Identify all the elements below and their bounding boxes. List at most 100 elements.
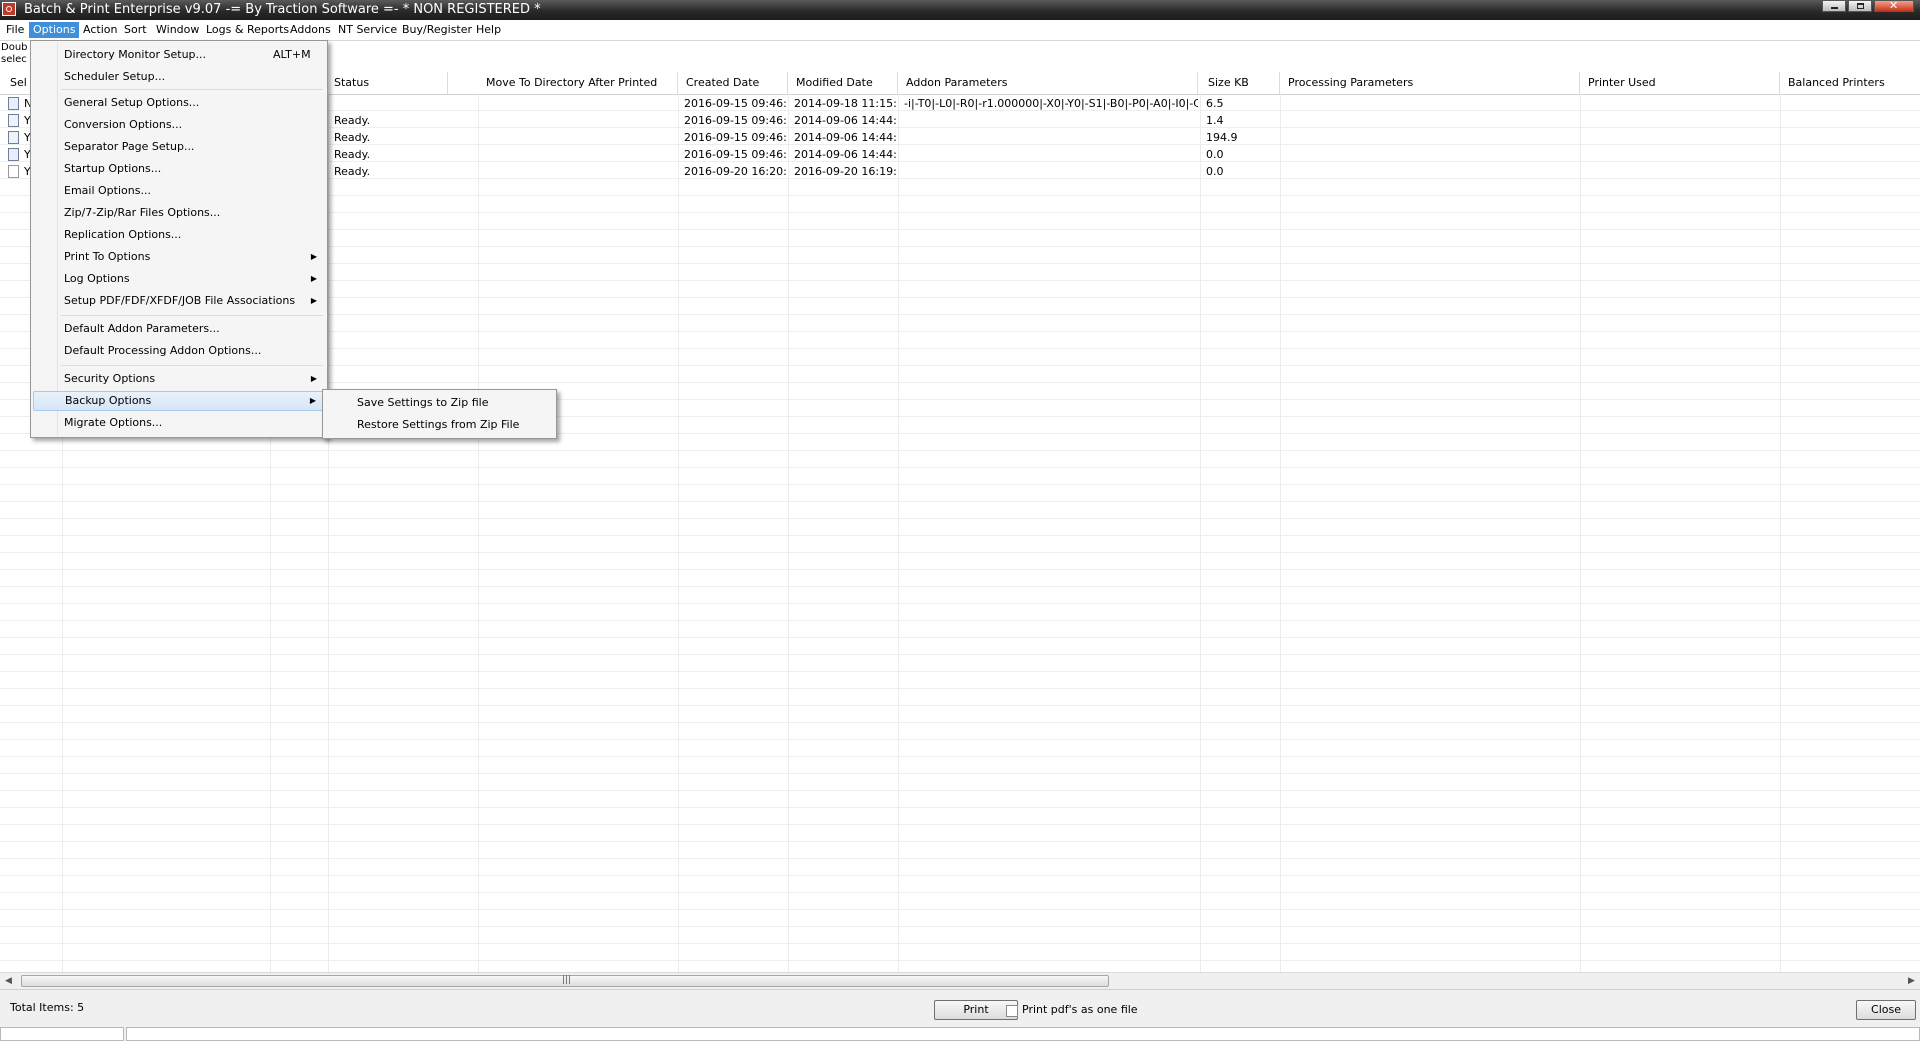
menu-item-separator-page[interactable]: Separator Page Setup...: [33, 137, 325, 157]
options-menu: Directory Monitor Setup... ALT+M Schedule…: [30, 40, 328, 438]
menu-buy-register[interactable]: Buy/Register: [398, 22, 476, 38]
cell-status: Ready.: [334, 131, 371, 144]
close-button[interactable]: Close: [1856, 1000, 1916, 1020]
hint-text: Doubl select: [1, 42, 27, 66]
minimize-icon[interactable]: [1822, 0, 1846, 12]
cell-addon: -i|-T0|-L0|-R0|-r1.000000|-X0|-Y0|-S1|-B…: [904, 97, 1198, 110]
menu-item-startup[interactable]: Startup Options...: [33, 159, 325, 179]
submenu-arrow-icon: ▶: [310, 274, 317, 283]
menu-item-security[interactable]: Security Options ▶: [33, 369, 325, 389]
maximize-icon[interactable]: [1848, 0, 1872, 12]
hint-line-2: select: [1, 54, 27, 65]
menu-item-general-setup[interactable]: General Setup Options...: [33, 93, 325, 113]
menu-item-directory-monitor[interactable]: Directory Monitor Setup... ALT+M: [33, 45, 325, 65]
cell-size: 6.5: [1206, 97, 1224, 110]
column-header-balanced[interactable]: Balanced Printers: [1780, 72, 1920, 94]
menu-action[interactable]: Action: [79, 22, 121, 38]
menu-item-label: Backup Options: [65, 394, 152, 407]
column-header-modified[interactable]: Modified Date: [788, 72, 898, 94]
menu-nt-service[interactable]: NT Service: [334, 22, 401, 38]
menu-options[interactable]: Options: [29, 22, 80, 38]
column-divider: [678, 94, 679, 972]
cell-move-to: [478, 163, 678, 180]
menu-item-email[interactable]: Email Options...: [33, 181, 325, 201]
column-header-addon[interactable]: Addon Parameters: [898, 72, 1198, 94]
menu-item-print-to[interactable]: Print To Options ▶: [33, 247, 325, 267]
column-divider: [898, 94, 899, 972]
menu-item-default-processing[interactable]: Default Processing Addon Options...: [33, 341, 325, 361]
column-header-processing[interactable]: Processing Parameters: [1280, 72, 1580, 94]
cell-modified: 2014-09-06 14:44:...: [794, 114, 898, 127]
menu-item-scheduler[interactable]: Scheduler Setup...: [33, 67, 325, 87]
cell-addon: [898, 163, 1198, 180]
total-items-label: Total Items:: [10, 1001, 74, 1014]
column-divider: [788, 94, 789, 972]
submenu-arrow-icon: ▶: [310, 252, 317, 261]
cell-addon: [898, 129, 1198, 146]
cell-move-to: [478, 95, 678, 112]
cell-addon: [898, 112, 1198, 129]
menu-item-label: Directory Monitor Setup...: [64, 48, 207, 61]
menu-item-replication[interactable]: Replication Options...: [33, 225, 325, 245]
cell-created: 2016-09-15 09:46:...: [684, 131, 788, 144]
menu-sort[interactable]: Sort: [120, 22, 151, 38]
submenu-item-save-settings[interactable]: Save Settings to Zip file: [325, 393, 554, 413]
cell-size: 1.4: [1206, 114, 1224, 127]
total-items-value: 5: [77, 1001, 85, 1014]
column-header-printer[interactable]: Printer Used: [1580, 72, 1780, 94]
menu-item-zip[interactable]: Zip/7-Zip/Rar Files Options...: [33, 203, 325, 223]
cell-modified: 2016-09-20 16:19:...: [794, 165, 898, 178]
cell-size: 0.0: [1206, 148, 1224, 161]
menu-file[interactable]: File: [2, 22, 28, 38]
submenu-arrow-icon: ▶: [310, 296, 317, 305]
column-header-status[interactable]: Status: [328, 72, 448, 94]
scroll-right-icon[interactable]: ▶: [1903, 973, 1920, 990]
column-header-move-to[interactable]: Move To Directory After Printed: [478, 72, 678, 94]
column-header-size[interactable]: Size KB: [1200, 72, 1280, 94]
scroll-thumb[interactable]: |||: [21, 975, 1109, 987]
cell-status: Ready.: [334, 148, 371, 161]
cell-modified: 2014-09-06 14:44:...: [794, 131, 898, 144]
menu-item-label: Security Options: [64, 372, 156, 385]
cell-move-to: [478, 112, 678, 129]
menu-item-backup[interactable]: Backup Options ▶: [33, 391, 325, 411]
menu-separator: [61, 365, 323, 366]
column-divider: [1580, 94, 1581, 972]
close-window-icon[interactable]: [1874, 0, 1914, 12]
column-divider: [328, 94, 329, 972]
cell-status: [328, 95, 478, 112]
submenu-arrow-icon: ▶: [309, 396, 316, 405]
horizontal-scrollbar[interactable]: ◀ ||| ▶: [0, 972, 1920, 990]
menu-item-file-associations[interactable]: Setup PDF/FDF/XFDF/JOB File Associations…: [33, 291, 325, 311]
menu-help[interactable]: Help: [472, 22, 505, 38]
menu-item-log[interactable]: Log Options ▶: [33, 269, 325, 289]
menu-addons[interactable]: Addons: [286, 22, 335, 38]
menu-item-shortcut: ALT+M: [273, 48, 311, 61]
menu-item-label: Log Options: [64, 272, 130, 285]
menu-item-label: Print To Options: [64, 250, 151, 263]
menu-logs-reports[interactable]: Logs & Reports: [202, 22, 293, 38]
column-divider: [1280, 94, 1281, 972]
print-one-file-checkbox[interactable]: [1006, 1005, 1018, 1017]
menu-window[interactable]: Window: [152, 22, 203, 38]
cell-size: 194.9: [1206, 131, 1238, 144]
menu-item-migrate[interactable]: Migrate Options...: [33, 413, 325, 433]
title-bar: Batch & Print Enterprise v9.07 -= By Tra…: [0, 0, 1920, 20]
print-one-file-label[interactable]: Print pdf's as one file: [1022, 1003, 1138, 1016]
menu-item-default-addon[interactable]: Default Addon Parameters...: [33, 319, 325, 339]
cell-status: Ready.: [334, 165, 371, 178]
submenu-item-restore-settings[interactable]: Restore Settings from Zip File: [325, 415, 554, 435]
column-header-created[interactable]: Created Date: [678, 72, 788, 94]
cell-size: 0.0: [1206, 165, 1224, 178]
backup-submenu: Save Settings to Zip file Restore Settin…: [322, 389, 557, 439]
status-bar: Total Items: 5 Print Print pdf's as one …: [0, 989, 1920, 1041]
cell-modified: 2014-09-18 11:15:...: [794, 97, 898, 110]
menu-item-conversion[interactable]: Conversion Options...: [33, 115, 325, 135]
total-items: Total Items: 5: [10, 1001, 84, 1014]
app-logo-icon[interactable]: [2, 2, 16, 16]
column-divider: [1780, 94, 1781, 972]
scroll-left-icon[interactable]: ◀: [0, 973, 17, 990]
submenu-arrow-icon: ▶: [310, 374, 317, 383]
menu-item-label: Setup PDF/FDF/XFDF/JOB File Associations: [64, 294, 296, 307]
menu-separator: [61, 315, 323, 316]
